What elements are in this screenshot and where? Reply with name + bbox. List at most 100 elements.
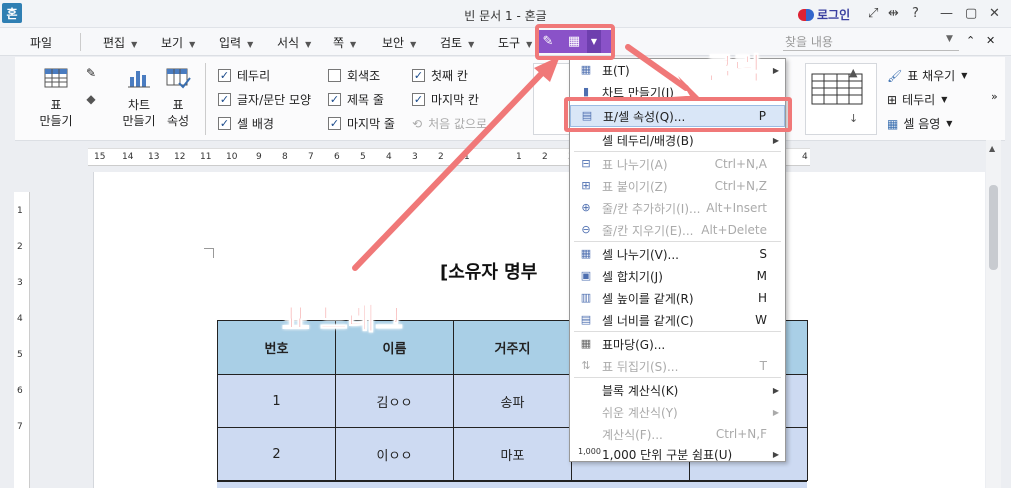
ruler-tick: 4 [386,152,392,162]
thousands-comma-icon: 1,000 [578,447,601,456]
ctx-label: 셀 테두리/배경(B) [602,133,694,148]
ruler-tick: 12 [174,152,186,162]
check-border-label: 테두리 [237,69,271,83]
menu-file[interactable]: 파일 [30,34,52,51]
ctx-split-table[interactable]: ⊟ 표 나누기(A) Ctrl+N,A [570,153,785,175]
doc-close-icon[interactable]: ✕ [986,34,995,47]
table-row-partial [217,481,807,488]
scrollbar-thumb[interactable] [989,185,998,270]
table-props-button[interactable]: 표 속성 [161,67,195,129]
menu-view[interactable]: 보기 ▼ [161,34,195,51]
ctx-formula[interactable]: 계산식(F)... Ctrl+N,F [570,423,785,445]
collapse-ribbon-icon[interactable]: ⌃ [966,34,975,47]
ctx-block-formula[interactable]: 블록 계산식(K) ▶ [570,379,785,401]
ctx-label: 쉬운 계산식(Y) [602,405,678,420]
menu-item-highlight-box [564,97,792,132]
table-cell[interactable]: 2 [217,427,336,481]
table-cell[interactable]: 이ㅇㅇ [335,427,454,481]
draw-table-icon[interactable]: ✎ [81,65,101,81]
split-view-icon[interactable]: ⇹ [888,6,899,21]
table-style-gallery-right[interactable] [805,63,877,135]
ctx-cell-border-bg[interactable]: 셀 테두리/배경(B) ▶ [570,129,785,151]
vertical-ruler[interactable]: 1 2 3 4 5 6 7 [14,192,30,488]
check-grayscale-label: 회색조 [347,69,381,83]
reset-style-button[interactable]: ⟲ 처음 값으로 [412,115,487,132]
ctx-shortcut: S [759,247,767,261]
gallery-scroll-down-icon[interactable]: ↓ [849,111,858,127]
check-char-para[interactable]: ✓ 글자/문단 모양 [218,91,311,108]
help-button[interactable]: ? [912,6,919,21]
login-button[interactable]: 로그인 [798,6,850,23]
ctx-easy-formula[interactable]: 쉬운 계산식(Y) ▶ [570,401,785,423]
table-cell[interactable]: 마포 [453,427,572,481]
check-first-column[interactable]: ✓ 첫째 칸 [412,67,468,84]
equal-width-icon: ▤ [580,313,592,326]
ruler-tick: 5 [360,152,366,162]
close-button[interactable]: ✕ [989,6,1000,21]
table-cell[interactable]: 김ㅇㅇ [335,374,454,428]
ctx-equal-width[interactable]: ▤ 셀 너비를 같게(C) W [570,309,785,331]
equal-height-icon: ▥ [580,291,592,304]
eraser-icon[interactable]: ◆ [81,91,101,107]
ctx-table-gallery[interactable]: ▦ 표마당(G)... [570,333,785,355]
check-border-box: ✓ [218,69,231,82]
table-fill-button[interactable]: 🖌 표 채우기 ▼ [887,67,967,84]
ctx-equal-height[interactable]: ▥ 셀 높이를 같게(R) H [570,287,785,309]
ctx-flip-table[interactable]: ⇅ 표 뒤집기(S)... T [570,355,785,377]
easy-formula-icon [578,405,594,419]
check-cell-bg[interactable]: ✓ 셀 배경 [218,115,274,132]
menu-view-label: 보기 [161,36,184,50]
check-last-column[interactable]: ✓ 마지막 칸 [412,91,479,108]
ctx-shortcut: M [756,269,767,283]
menu-tools[interactable]: 도구 ▼ [498,34,532,51]
make-table-button[interactable]: 표 만들기 [32,67,80,129]
check-last-column-label: 마지막 칸 [431,93,479,107]
check-last-row[interactable]: ✓ 마지막 줄 [328,115,395,132]
cell-shade-button[interactable]: ▦ 셀 음영 ▼ [887,115,952,132]
gallery-scroll-up-icon[interactable]: ▲ [849,65,857,81]
border-button[interactable]: ⊞ 테두리 ▼ [887,91,947,108]
check-last-row-box: ✓ [328,117,341,130]
menu-bar: 파일 편집 ▼ 보기 ▼ 입력 ▼ 서식 ▼ 쪽 ▼ 보안 ▼ 검토 ▼ 도구 ▼ ✎ ▦ ▼ … [0,28,1011,56]
ctx-join-table[interactable]: ⊞ 표 붙이기(Z) Ctrl+N,Z [570,175,785,197]
ctx-shortcut: H [757,291,767,305]
table-cell[interactable]: 송파 [453,374,572,428]
vruler-tick: 5 [17,350,23,360]
vertical-scrollbar[interactable]: ▲ [986,140,1001,488]
search-dropdown-icon[interactable]: ▼ [946,34,953,44]
document-title[interactable]: [소유자 명부 [440,258,537,284]
menu-edit[interactable]: 편집 ▼ [103,34,137,51]
split-cell-icon: ▦ [580,247,592,260]
ctx-thousands-comma[interactable]: 1,000 1,000 단위 구분 쉼표(U) ▶ [570,445,785,463]
ctx-insert-row-col[interactable]: ⊕ 줄/칸 추가하기(I)... Alt+Insert [570,197,785,219]
vruler-tick: 6 [17,386,23,396]
menu-insert[interactable]: 입력 ▼ [219,34,253,51]
menu-page[interactable]: 쪽 ▼ [333,34,356,51]
menu-format[interactable]: 서식 ▼ [277,34,311,51]
fullscreen-icon[interactable]: ⤢ [868,6,878,21]
ctx-label: 표 뒤집기(S)... [602,359,679,374]
ctx-divider [574,331,781,332]
menu-security[interactable]: 보안 ▼ [382,34,416,51]
menu-review[interactable]: 검토 ▼ [440,34,474,51]
ribbon-more-icon[interactable]: » [991,89,998,105]
table-header-cell[interactable]: 거주지 [453,320,572,375]
search-input[interactable]: 찾을 내용 [783,33,959,51]
check-grayscale[interactable]: 회색조 [328,67,380,84]
ruler-tick: 2 [438,152,444,162]
table-cell[interactable]: 1 [217,374,336,428]
ctx-merge-cell[interactable]: ▣ 셀 합치기(J) M [570,265,785,287]
check-header-row[interactable]: ✓ 제목 줄 [328,91,384,108]
ctx-shortcut: Alt+Delete [701,223,767,237]
table-fill-dropdown-icon: ▼ [961,71,968,80]
check-char-para-label: 글자/문단 모양 [237,93,312,107]
check-border[interactable]: ✓ 테두리 [218,67,270,84]
minimize-button[interactable]: — [940,6,953,21]
formula-icon [578,427,594,441]
scroll-up-icon[interactable]: ▲ [989,144,995,153]
ctx-split-cell[interactable]: ▦ 셀 나누기(V)... S [570,243,785,265]
flip-table-icon: ⇅ [581,359,591,372]
ctx-delete-row-col[interactable]: ⊖ 줄/칸 지우기(E)... Alt+Delete [570,219,785,241]
maximize-button[interactable]: ▢ [965,6,977,21]
make-chart-button[interactable]: 차트 만들기 [117,67,161,129]
